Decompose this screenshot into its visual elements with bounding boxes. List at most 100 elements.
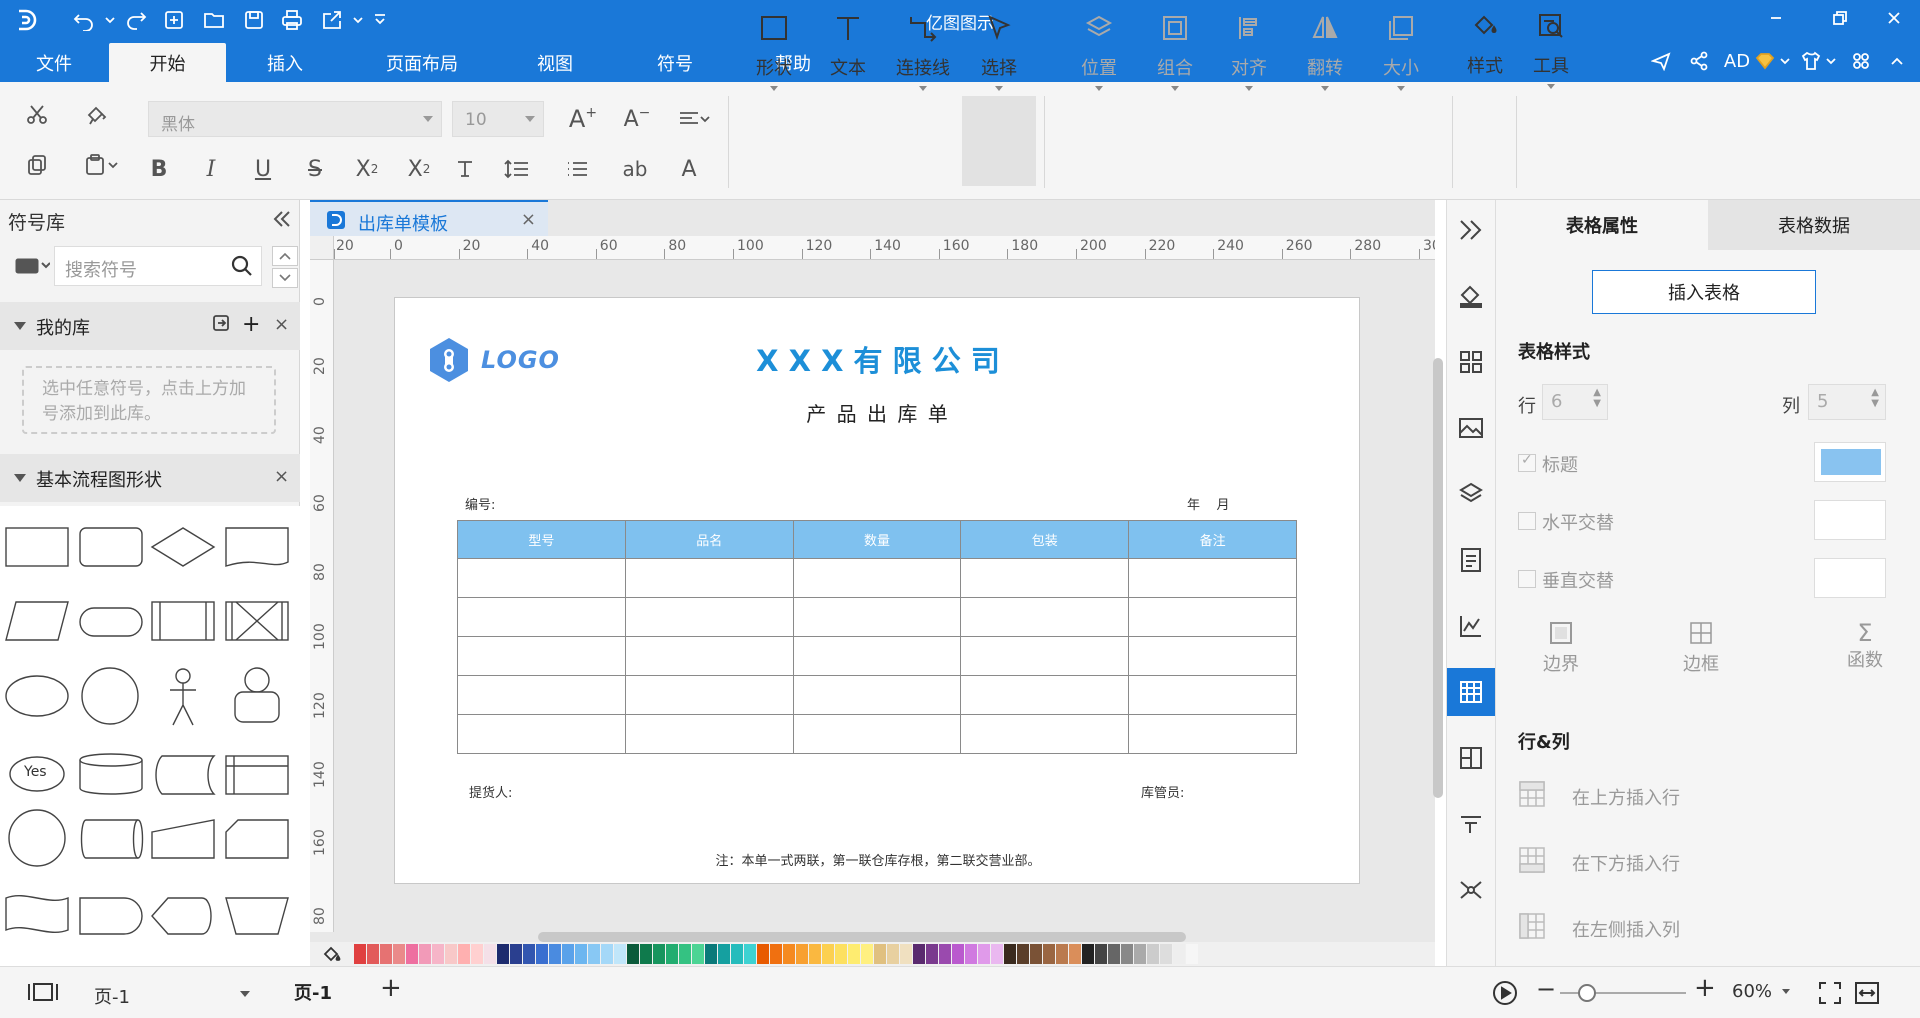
table-cell[interactable] — [960, 636, 1130, 676]
border-button[interactable]: 边框 — [1666, 620, 1736, 676]
color-swatch[interactable] — [432, 944, 444, 964]
connector-tool[interactable]: 连接线 — [890, 10, 956, 92]
table-cell[interactable] — [457, 558, 626, 598]
color-swatch[interactable] — [900, 944, 912, 964]
edge-button[interactable]: 边界 — [1526, 620, 1596, 676]
color-swatch[interactable] — [679, 944, 691, 964]
color-swatch[interactable] — [575, 944, 587, 964]
color-swatch[interactable] — [744, 944, 756, 964]
color-swatch[interactable] — [653, 944, 665, 964]
color-swatch[interactable] — [887, 944, 899, 964]
document-tab[interactable]: 出库单模板 × — [310, 200, 548, 236]
table-header-cell[interactable]: 型号 — [457, 520, 626, 559]
zoom-dropdown-icon[interactable] — [1782, 989, 1790, 994]
table-cell[interactable] — [792, 558, 962, 598]
decrease-font-icon[interactable]: A − — [620, 102, 654, 136]
color-swatch[interactable] — [731, 944, 743, 964]
color-swatch[interactable] — [354, 944, 366, 964]
color-swatch[interactable] — [497, 944, 509, 964]
color-swatch[interactable] — [939, 944, 951, 964]
table-cell[interactable] — [1128, 636, 1297, 676]
color-swatch[interactable] — [562, 944, 574, 964]
insert-col-left[interactable]: 在左侧插入列 — [1572, 916, 1680, 942]
tab-insert[interactable]: 插入 — [240, 43, 330, 82]
color-swatch[interactable] — [458, 944, 470, 964]
my-library-section[interactable]: 我的库 + × — [0, 302, 300, 350]
collate-shape[interactable] — [225, 601, 289, 641]
size-tool[interactable]: 大小 — [1378, 10, 1424, 92]
color-swatch[interactable] — [809, 944, 821, 964]
page-tab[interactable]: 页-1 — [294, 979, 332, 1005]
restore-icon[interactable] — [1812, 0, 1868, 36]
color-swatch[interactable] — [991, 944, 1003, 964]
function-button[interactable]: Σ 函数 — [1830, 620, 1900, 672]
flip-tool[interactable]: 翻转 — [1302, 10, 1348, 92]
library-menu-icon[interactable] — [14, 254, 51, 280]
collapse-ribbon-icon[interactable] — [1886, 48, 1908, 74]
tools-tool[interactable]: 工具 — [1528, 8, 1574, 90]
color-swatch[interactable] — [913, 944, 925, 964]
delay-shape[interactable] — [79, 897, 143, 935]
horizontal-alternate-checkbox[interactable] — [1518, 512, 1536, 530]
vertical-alternate-checkbox[interactable] — [1518, 570, 1536, 588]
text-highlight-icon[interactable]: ab — [618, 152, 652, 186]
table-cell[interactable] — [960, 558, 1130, 598]
color-swatch[interactable] — [874, 944, 886, 964]
tab-table-properties[interactable]: 表格属性 — [1496, 200, 1708, 250]
underline-icon[interactable]: U — [246, 152, 280, 186]
superscript-icon[interactable]: X2 — [350, 152, 384, 186]
table-row[interactable] — [457, 636, 1297, 676]
image-icon[interactable] — [1447, 404, 1495, 452]
minimize-icon[interactable] — [1748, 0, 1804, 36]
table-cell[interactable] — [624, 558, 794, 598]
ellipse-shape[interactable] — [5, 675, 69, 717]
insert-col-left-icon[interactable] — [1518, 912, 1546, 944]
color-swatch[interactable] — [978, 944, 990, 964]
color-swatch[interactable] — [1082, 944, 1094, 964]
style-tool[interactable]: 样式 — [1462, 8, 1508, 90]
decision-shape[interactable] — [150, 527, 216, 567]
tab-table-data[interactable]: 表格数据 — [1708, 200, 1920, 250]
table-row[interactable] — [457, 558, 1297, 598]
table-row[interactable] — [457, 675, 1297, 715]
color-swatch[interactable] — [1160, 944, 1172, 964]
select-tool[interactable]: 选择 — [966, 10, 1032, 92]
tab-symbols[interactable]: 符号 — [630, 43, 720, 82]
color-swatch[interactable] — [666, 944, 678, 964]
font-color-icon[interactable]: A — [672, 152, 706, 186]
play-icon[interactable] — [1492, 980, 1518, 1011]
process-shape[interactable] — [5, 527, 69, 567]
table-header-cell[interactable]: 备注 — [1128, 520, 1297, 559]
fill-bucket-icon[interactable] — [322, 944, 342, 968]
insert-row-above[interactable]: 在上方插入行 — [1572, 784, 1680, 810]
color-swatch[interactable] — [861, 944, 873, 964]
color-swatch[interactable] — [523, 944, 535, 964]
color-swatch[interactable] — [536, 944, 548, 964]
user-avatar[interactable]: AD — [1720, 48, 1754, 74]
text-tool[interactable]: 文本 — [824, 10, 872, 92]
table-row[interactable] — [457, 714, 1297, 754]
color-swatch[interactable] — [705, 944, 717, 964]
close-icon[interactable]: × — [274, 466, 289, 487]
circle-connector-shape[interactable] — [8, 809, 66, 867]
table-cell[interactable] — [624, 714, 794, 754]
person-shape[interactable] — [234, 667, 280, 723]
tape-shape[interactable] — [5, 894, 69, 934]
color-swatch[interactable] — [549, 944, 561, 964]
color-swatch-strip[interactable] — [354, 944, 1199, 964]
add-icon[interactable]: + — [242, 312, 260, 337]
table-cell[interactable] — [960, 675, 1130, 715]
circle-shape[interactable] — [81, 667, 139, 725]
theme-shirt-icon[interactable] — [1798, 48, 1824, 74]
table-cell[interactable] — [624, 636, 794, 676]
export-icon[interactable] — [318, 6, 346, 34]
table-header-cell[interactable]: 数量 — [792, 520, 962, 559]
color-swatch[interactable] — [627, 944, 639, 964]
share-icon[interactable] — [1686, 48, 1712, 74]
fit-page-icon[interactable] — [1818, 981, 1842, 1010]
card-shape[interactable] — [225, 819, 289, 859]
theme-grid-icon[interactable] — [1447, 338, 1495, 386]
table-cell[interactable] — [792, 597, 962, 637]
color-swatch[interactable] — [406, 944, 418, 964]
table-cell[interactable] — [960, 714, 1130, 754]
